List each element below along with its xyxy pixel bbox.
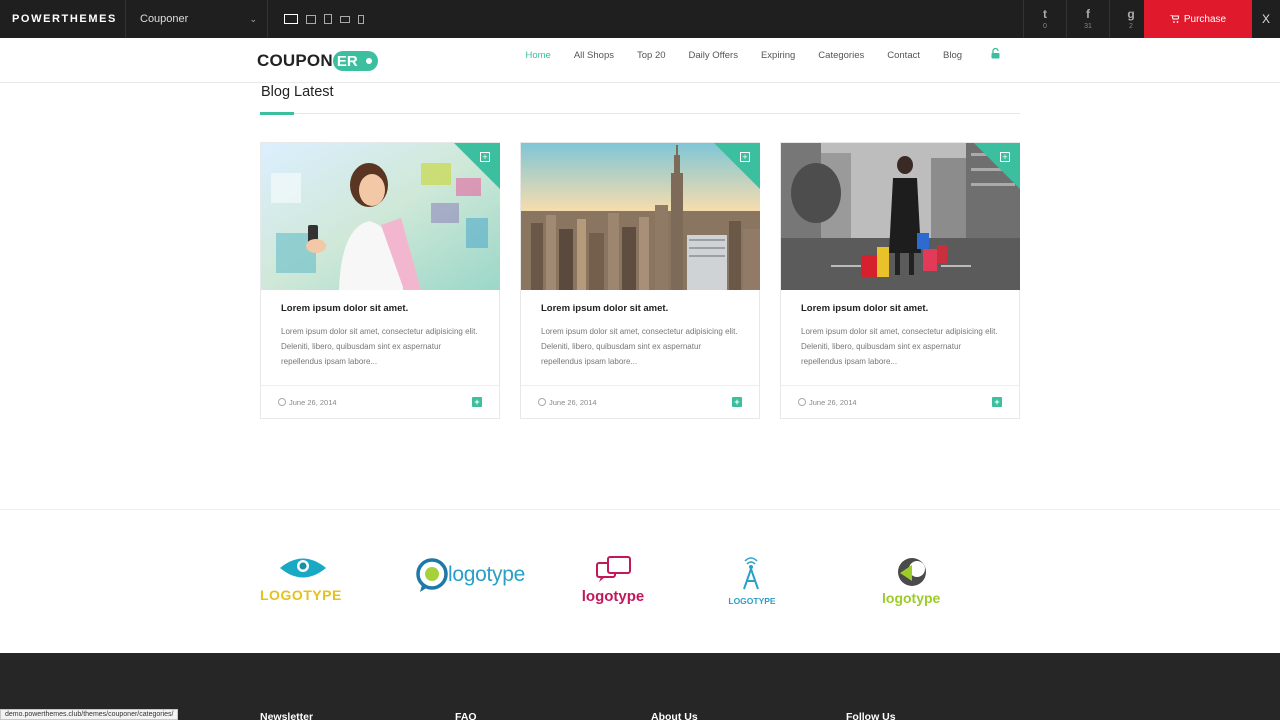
expand-icon[interactable]: + [1000, 152, 1010, 162]
logo-word: COUPON [257, 51, 333, 70]
partner-logo[interactable]: logotype [571, 555, 661, 605]
post-excerpt: Lorem ipsum dolor sit amet, consectetur … [281, 327, 478, 366]
blog-image-shopping-woman[interactable]: + [261, 143, 500, 290]
blog-image-city-skyline[interactable]: + [521, 143, 760, 290]
phone-icon[interactable] [358, 14, 364, 24]
footer-heading-about-us: About Us [651, 711, 698, 723]
nav-categories[interactable]: Categories [807, 50, 876, 62]
partner-logo[interactable]: LOGOTYPE [260, 555, 350, 603]
facebook-count: 31 [1084, 23, 1092, 30]
post-title[interactable]: Lorem ipsum dolor sit amet. [541, 303, 739, 314]
logo-badge: ER [332, 51, 378, 71]
post-date-text: June 26, 2014 [289, 397, 337, 407]
post-title[interactable]: Lorem ipsum dolor sit amet. [801, 303, 999, 314]
nav-home[interactable]: Home [514, 50, 562, 62]
clock-icon [538, 398, 546, 406]
post-date-text: June 26, 2014 [809, 397, 857, 407]
corner-ribbon [454, 143, 500, 189]
add-icon[interactable]: + [992, 397, 1002, 407]
footer-heading-faq: FAQ [455, 711, 477, 723]
nav-all-shops[interactable]: All Shops [562, 50, 625, 62]
twitter-button[interactable]: t 0 [1023, 0, 1066, 38]
nav-contact[interactable]: Contact [876, 50, 932, 62]
partner-logo[interactable]: LOGOTYPE [726, 555, 778, 606]
partner-logo-text: logotype [581, 588, 645, 605]
add-icon[interactable]: + [732, 397, 742, 407]
title-accent-bar [260, 112, 294, 115]
post-date: June 26, 2014 [798, 398, 857, 407]
post-date: June 26, 2014 [278, 398, 337, 407]
main-nav: Home All Shops Top 20 Daily Offers Expir… [514, 50, 974, 62]
expand-icon[interactable]: + [740, 152, 750, 162]
section-title: Blog Latest [261, 84, 334, 100]
site-header: COUPON ER Home All Shops Top 20 Daily Of… [0, 38, 1280, 83]
partner-logo-text: LOGOTYPE [260, 587, 342, 603]
footer-heading-follow-us: Follow Us [846, 711, 896, 723]
browser-status-url: demo.powerthemes.club/themes/couponer/ca… [0, 709, 179, 720]
google-plus-icon: g [1127, 7, 1135, 21]
cart-icon [1169, 15, 1179, 23]
powerthemes-brand[interactable]: POWERTHEMES [0, 0, 126, 38]
theme-select-value: Couponer [140, 13, 189, 25]
facebook-icon: f [1086, 7, 1090, 21]
add-icon[interactable]: + [472, 397, 482, 407]
corner-ribbon [714, 143, 760, 189]
unlock-icon[interactable] [991, 48, 1000, 59]
clock-icon [278, 398, 286, 406]
facebook-button[interactable]: f 31 [1066, 0, 1109, 38]
close-demo-button[interactable]: X [1252, 0, 1280, 38]
blog-image-street-shopping[interactable]: + [781, 143, 1020, 290]
tablet-landscape-icon[interactable] [340, 15, 350, 23]
partner-logo-text: logotype [448, 563, 525, 586]
post-title[interactable]: Lorem ipsum dolor sit amet. [281, 303, 479, 314]
desktop-icon[interactable] [284, 14, 298, 24]
social-counters: t 0 f 31 g 2 [1023, 0, 1152, 38]
expand-icon[interactable]: + [480, 152, 490, 162]
logo-dot [365, 58, 372, 64]
partner-logo[interactable]: logotype [416, 555, 546, 595]
nav-top-20[interactable]: Top 20 [625, 50, 677, 62]
megaphone-logo-icon [898, 558, 926, 586]
blog-card[interactable]: + Lorem ipsum dolor sit amet. Lorem ipsu… [520, 142, 760, 419]
radio-tower-logo-icon [743, 557, 759, 590]
post-excerpt: Lorem ipsum dolor sit amet, consectetur … [541, 327, 738, 366]
nav-blog[interactable]: Blog [932, 50, 974, 62]
chevron-down-icon: ⌄ [249, 13, 257, 24]
nav-daily-offers[interactable]: Daily Offers [677, 50, 749, 62]
blog-card[interactable]: + Lorem ipsum dolor sit amet. Lorem ipsu… [260, 142, 500, 419]
partner-logo-text: logotype [882, 590, 941, 606]
purchase-label: Purchase [1183, 13, 1227, 25]
theme-select[interactable]: Couponer ⌄ [126, 0, 268, 38]
corner-ribbon [974, 143, 1020, 189]
chat-bubbles-logo-icon [596, 556, 631, 582]
eye-logo-icon [280, 558, 326, 578]
purchase-button[interactable]: Purchase [1144, 0, 1252, 38]
partner-logo[interactable]: logotype [882, 555, 942, 606]
footer-heading-newsletter: Newsletter [260, 711, 314, 723]
post-excerpt: Lorem ipsum dolor sit amet, consectetur … [801, 327, 998, 366]
twitter-count: 0 [1043, 23, 1047, 30]
title-divider [260, 113, 1020, 114]
site-footer [0, 653, 1280, 720]
nav-expiring[interactable]: Expiring [749, 50, 806, 62]
section-divider [0, 509, 1280, 510]
laptop-icon[interactable] [306, 14, 316, 24]
google-plus-count: 2 [1129, 23, 1133, 30]
post-date: June 26, 2014 [538, 398, 597, 407]
post-date-text: June 26, 2014 [549, 397, 597, 407]
device-switcher [268, 0, 364, 38]
search-bubble-logo-icon [416, 558, 448, 592]
couponer-logo[interactable]: COUPON ER [257, 51, 378, 71]
tablet-portrait-icon[interactable] [324, 14, 332, 24]
clock-icon [798, 398, 806, 406]
blog-card[interactable]: + Lorem ipsum dolor sit amet. Lorem ipsu… [780, 142, 1020, 419]
partner-logo-text: LOGOTYPE [728, 596, 776, 606]
logo-badge-text: ER [336, 52, 358, 70]
twitter-icon: t [1043, 7, 1047, 21]
